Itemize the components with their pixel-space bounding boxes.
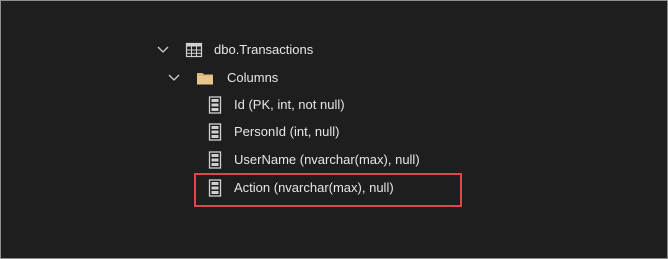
column-label: Id (PK, int, not null) (234, 97, 345, 112)
folder-icon (196, 70, 214, 86)
highlight-box (194, 173, 462, 207)
tree-node-column[interactable]: Id (PK, int, not null) (208, 93, 345, 117)
columns-folder-label: Columns (227, 70, 279, 85)
object-explorer-panel: dbo.Transactions Columns Id (PK, int, no… (0, 0, 668, 259)
tree-node-table[interactable]: dbo.Transactions (157, 38, 313, 62)
tree-node-column[interactable]: PersonId (int, null) (208, 120, 340, 144)
column-label: PersonId (int, null) (234, 124, 340, 139)
table-label: dbo.Transactions (214, 42, 314, 57)
table-icon (185, 42, 203, 58)
tree-node-column[interactable]: UserName (nvarchar(max), null) (208, 148, 420, 172)
column-icon (208, 96, 222, 114)
column-icon (208, 123, 222, 141)
chevron-down-icon[interactable] (157, 44, 169, 56)
column-icon (208, 151, 222, 169)
column-label: UserName (nvarchar(max), null) (234, 152, 420, 167)
chevron-down-icon[interactable] (168, 72, 180, 84)
tree-node-columns-folder[interactable]: Columns (168, 66, 278, 90)
